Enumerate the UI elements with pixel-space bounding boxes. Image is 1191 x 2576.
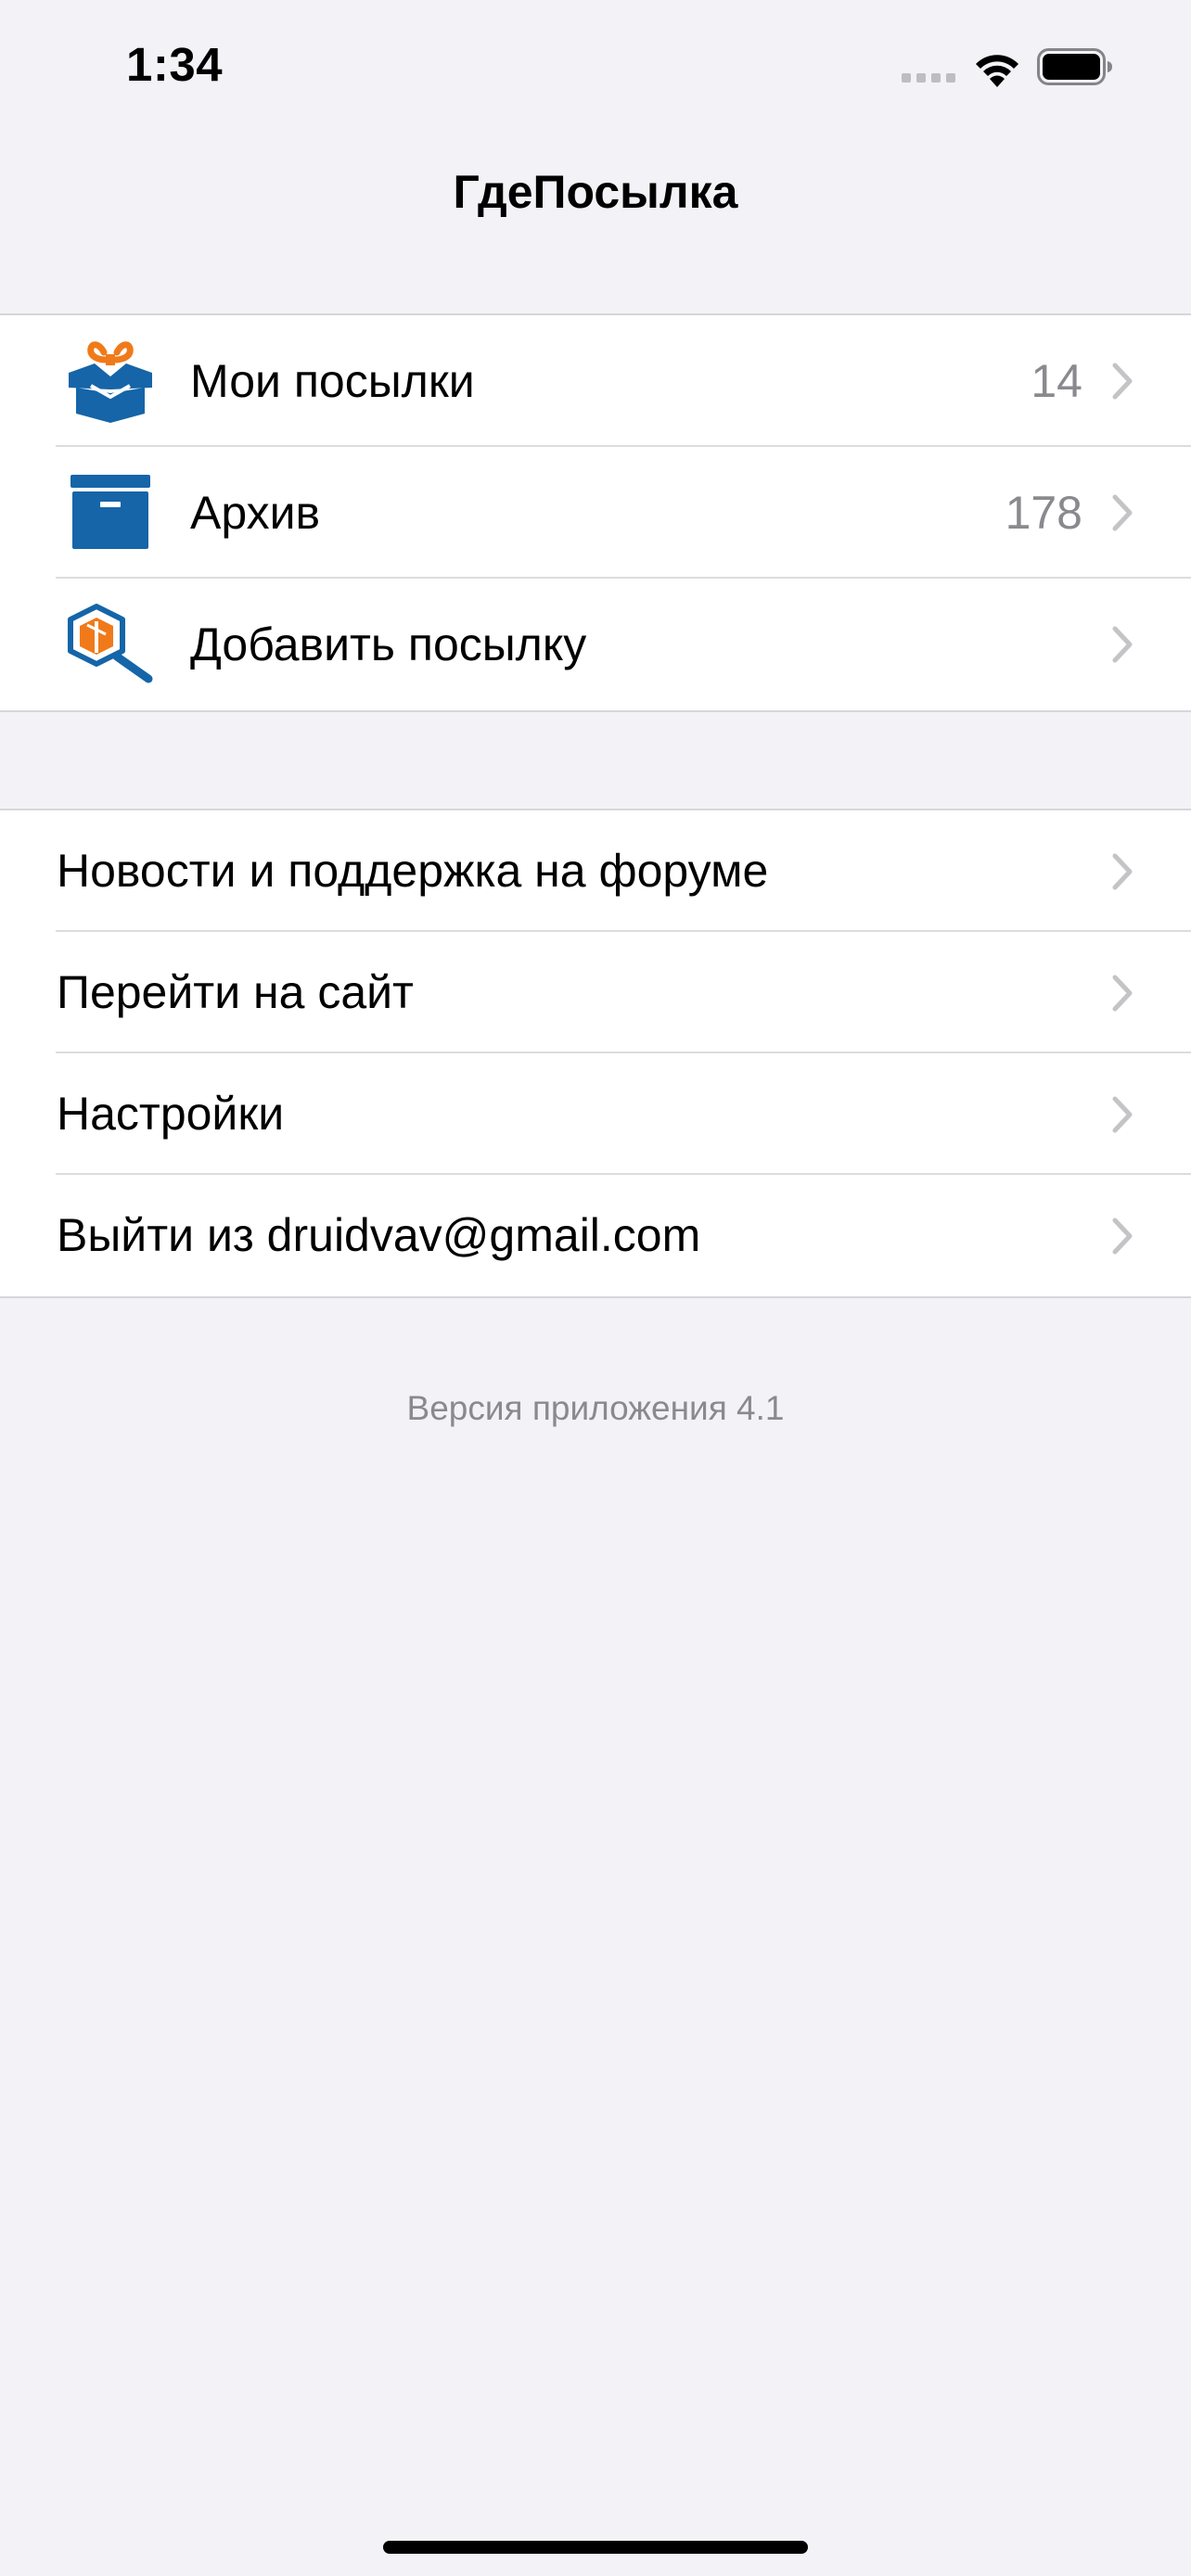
parcel-count-badge: 14 (1031, 355, 1082, 407)
menu-item-label: Новости и поддержка на форуме (57, 845, 769, 897)
menu-item-label: Добавить посылку (190, 618, 587, 670)
menu-item-add-parcel[interactable]: Добавить посылку (0, 579, 1191, 710)
wifi-icon (976, 55, 1018, 87)
menu-item-label: Настройки (57, 1088, 285, 1140)
menu-item-logout[interactable]: Выйти из druidvav@gmail.com (0, 1175, 1191, 1296)
chevron-right-icon (1112, 975, 1133, 1011)
open-box-icon (69, 341, 152, 423)
chevron-right-icon (1112, 1096, 1133, 1132)
main-menu-group: Мои посылки 14 Архив 178 Добавить посылк… (0, 313, 1191, 712)
menu-item-label: Выйти из druidvav@gmail.com (57, 1209, 701, 1261)
menu-item-label: Мои посылки (190, 355, 475, 407)
cellular-signal-icon (902, 73, 957, 84)
menu-item-archive[interactable]: Архив 178 (0, 447, 1191, 579)
status-time: 1:34 (126, 38, 224, 91)
chevron-right-icon (1112, 853, 1133, 889)
menu-item-label: Перейти на сайт (57, 966, 414, 1018)
chevron-right-icon (1112, 626, 1133, 663)
secondary-menu-group: Новости и поддержка на форуме Перейти на… (0, 809, 1191, 1298)
menu-item-my-parcels[interactable]: Мои посылки 14 (0, 315, 1191, 447)
chevron-right-icon (1112, 494, 1133, 531)
page-title: ГдеПосылка (453, 166, 738, 218)
home-indicator[interactable] (383, 2541, 808, 2554)
battery-icon (1037, 48, 1112, 85)
menu-item-settings[interactable]: Настройки (0, 1053, 1191, 1175)
archive-box-icon (70, 475, 150, 549)
status-bar: 1:34 (0, 0, 1191, 130)
menu-item-website[interactable]: Перейти на сайт (0, 932, 1191, 1053)
chevron-right-icon (1112, 1218, 1133, 1254)
menu-item-label: Архив (190, 487, 321, 539)
package-search-icon (68, 604, 153, 683)
menu-item-forum[interactable]: Новости и поддержка на форуме (0, 810, 1191, 932)
chevron-right-icon (1112, 363, 1133, 400)
archive-count-badge: 178 (1005, 487, 1082, 539)
app-version-label: Версия приложения 4.1 (406, 1389, 785, 1427)
